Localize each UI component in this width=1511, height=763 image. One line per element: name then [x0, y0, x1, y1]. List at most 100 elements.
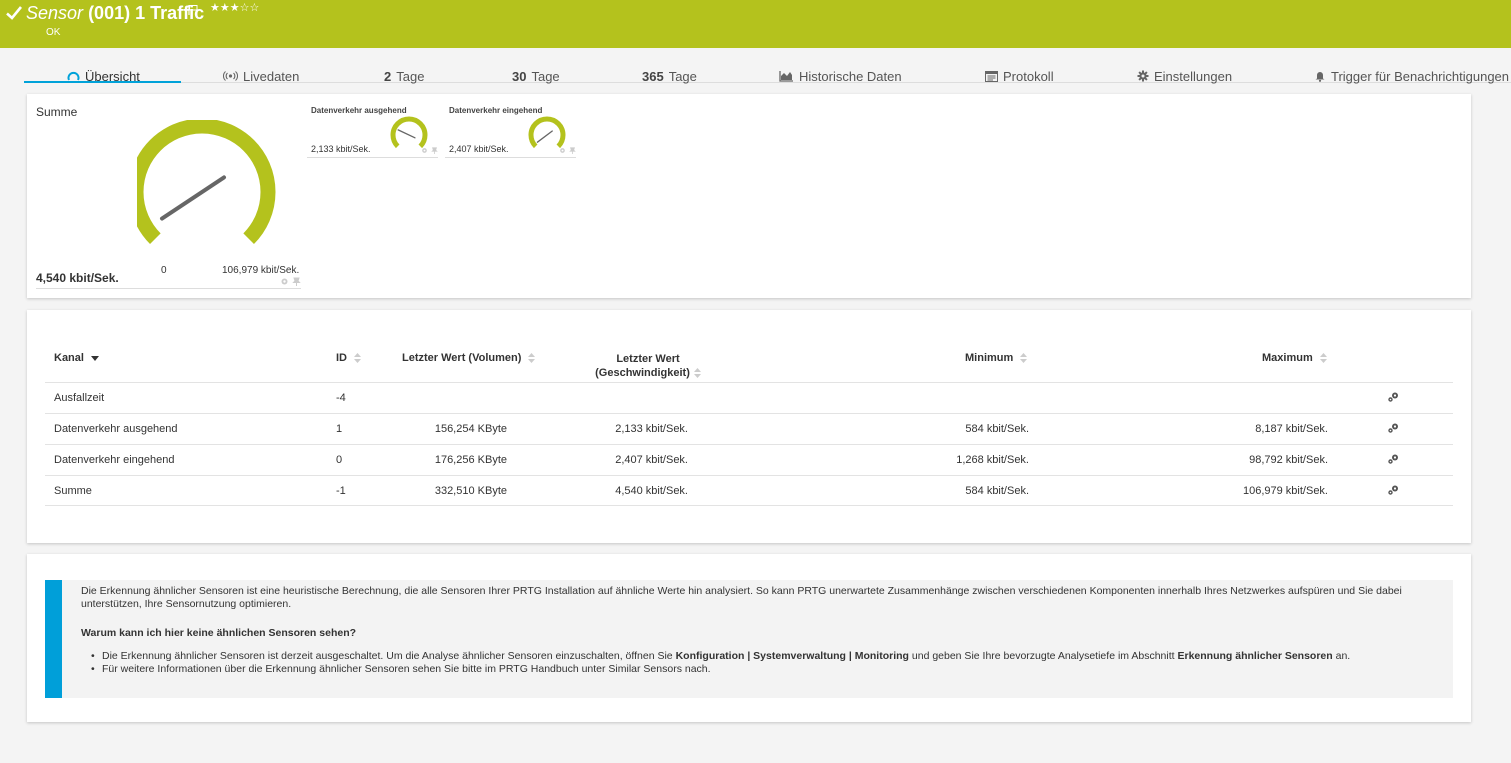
gauge-needle — [159, 175, 227, 221]
tab-number: 2 — [384, 68, 392, 84]
gauges-panel: Summe 4,540 kbit/Sek. 0 106,979 kbit/Sek… — [27, 94, 1471, 298]
channel-settings-icon[interactable] — [1387, 422, 1400, 434]
tab-365-days[interactable]: 365 Tage — [642, 68, 697, 84]
info-list: Die Erkennung ähnlicher Sensoren ist der… — [91, 650, 1441, 676]
cell-minimum: 1,268 kbit/Sek. — [956, 454, 1029, 466]
pin-icon[interactable] — [431, 147, 438, 154]
cell-kanal[interactable]: Ausfallzeit — [54, 392, 104, 404]
column-header-label: ID — [336, 352, 347, 364]
pin-icon[interactable] — [569, 147, 576, 154]
tab-historic-data[interactable]: Historische Daten — [779, 68, 902, 84]
tab-live-data[interactable]: Livedaten — [223, 68, 299, 84]
list-text: Die Erkennung ähnlicher Sensoren ist der… — [102, 650, 676, 662]
list-text: und geben Sie Ihre bevorzugte Analysetie… — [908, 650, 1178, 662]
gauge-icon — [67, 71, 80, 81]
column-header-label: (Geschwindigkeit) — [595, 367, 690, 379]
tab-notification-triggers[interactable]: Trigger für Benachrichtigungen — [1314, 68, 1509, 84]
cell-minimum: 584 kbit/Sek. — [965, 485, 1029, 497]
gauge-tools — [559, 147, 576, 154]
cell-maximum: 106,979 kbit/Sek. — [1242, 485, 1328, 497]
pin-icon[interactable] — [292, 277, 301, 286]
gauge-divider — [445, 157, 576, 158]
section-name: Erkennung ähnlicher Sensoren — [1177, 650, 1333, 662]
tab-label: Einstellungen — [1154, 68, 1233, 84]
tab-label: Tage — [531, 68, 560, 84]
column-header-volume[interactable]: Letzter Wert (Volumen) — [402, 352, 536, 364]
cell-volume: 176,256 KByte — [434, 454, 507, 466]
cell-kanal[interactable]: Datenverkehr eingehend — [54, 454, 174, 466]
gauge-title: Summe — [36, 105, 78, 119]
table-row[interactable]: Datenverkehr eingehend 0 176,256 KByte 2… — [45, 444, 1453, 475]
cell-speed: 2,407 kbit/Sek. — [615, 454, 688, 466]
cell-volume: 156,254 KByte — [434, 423, 507, 435]
cell-id: -1 — [336, 485, 346, 497]
sensor-header: Sensor (001) 1 Traffic ★★★☆☆ OK — [0, 0, 1511, 48]
page-title: Sensor (001) 1 Traffic — [26, 3, 204, 24]
gauge-tools — [421, 147, 438, 154]
tab-settings[interactable]: Einstellungen — [1137, 68, 1232, 84]
column-header-label: Kanal — [54, 352, 84, 364]
cell-speed: 4,540 kbit/Sek. — [615, 485, 688, 497]
flag-icon[interactable] — [187, 4, 199, 16]
column-header-label: Letzter Wert (Volumen) — [402, 352, 522, 364]
tab-label: Tage — [668, 68, 697, 84]
tab-number: 365 — [642, 68, 664, 84]
gauge-divider — [307, 157, 438, 158]
cell-maximum: 8,187 kbit/Sek. — [1255, 423, 1328, 435]
gear-icon — [1137, 70, 1149, 82]
table-row[interactable]: Ausfallzeit -4 — [45, 382, 1453, 413]
gauge-tools — [280, 277, 301, 286]
column-header-id[interactable]: ID — [336, 352, 362, 364]
main-gauge[interactable] — [137, 120, 287, 250]
table-row[interactable]: Summe -1 332,510 KByte 4,540 kbit/Sek. 5… — [45, 475, 1453, 506]
column-header-label: Letzter Wert — [616, 353, 680, 365]
table-row[interactable]: Datenverkehr ausgehend 1 156,254 KByte 2… — [45, 413, 1453, 444]
channel-settings-icon[interactable] — [1387, 453, 1400, 465]
gauge-arc — [137, 120, 276, 244]
settings-icon[interactable] — [280, 277, 289, 286]
broadcast-icon — [223, 71, 238, 81]
priority-stars[interactable]: ★★★☆☆ — [210, 1, 259, 14]
cell-maximum: 98,792 kbit/Sek. — [1249, 454, 1328, 466]
gauge-arc — [390, 116, 428, 149]
status-badge: OK — [46, 27, 61, 38]
settings-icon[interactable] — [559, 147, 566, 154]
tab-2-days[interactable]: 2 Tage — [384, 68, 424, 84]
gauge-needle — [397, 129, 416, 139]
tab-label: Historische Daten — [799, 68, 902, 84]
settings-icon[interactable] — [421, 147, 428, 154]
cell-id: -4 — [336, 392, 346, 404]
gauge-divider — [36, 288, 301, 289]
tab-log[interactable]: Protokoll — [985, 68, 1054, 84]
cell-kanal[interactable]: Summe — [54, 485, 92, 497]
column-header-maximum[interactable]: Maximum — [1262, 352, 1327, 364]
column-header-speed[interactable]: Letzter Wert (Geschwindigkeit) — [592, 352, 704, 380]
tab-30-days[interactable]: 30 Tage — [512, 68, 560, 84]
gauge-max-label: 106,979 kbit/Sek. — [222, 265, 300, 276]
small-gauge-value: 2,133 kbit/Sek. — [311, 144, 371, 154]
column-header-kanal[interactable]: Kanal — [54, 352, 100, 364]
tab-overview[interactable]: Übersicht — [67, 68, 140, 84]
small-gauge-value: 2,407 kbit/Sek. — [449, 144, 509, 154]
cell-id: 0 — [336, 454, 343, 466]
channel-settings-icon[interactable] — [1387, 484, 1400, 496]
cell-kanal[interactable]: Datenverkehr ausgehend — [54, 423, 178, 435]
cell-speed: 2,133 kbit/Sek. — [615, 423, 688, 435]
tab-label: Trigger für Benachrichtigungen — [1331, 68, 1510, 84]
column-header-minimum[interactable]: Minimum — [965, 352, 1028, 364]
column-header-label: Minimum — [965, 352, 1014, 364]
info-box: Die Erkennung ähnlicher Sensoren ist ein… — [45, 580, 1453, 698]
gauge-min-label: 0 — [161, 265, 167, 276]
column-header-label: Maximum — [1262, 352, 1313, 364]
sort-icon — [354, 353, 362, 364]
gauge-value: 4,540 kbit/Sek. — [36, 271, 119, 285]
list-text: Für weitere Informationen über die Erken… — [102, 663, 711, 675]
channel-settings-icon[interactable] — [1387, 391, 1400, 403]
log-icon — [985, 70, 998, 82]
gauge-arc — [528, 116, 566, 149]
channels-panel: Kanal ID Letzter Wert (Volumen) Letzter … — [27, 310, 1471, 543]
sort-icon — [528, 353, 536, 364]
bell-icon — [1315, 72, 1325, 82]
sensor-kind: Sensor — [26, 3, 84, 23]
list-item: Die Erkennung ähnlicher Sensoren ist der… — [91, 650, 1441, 663]
